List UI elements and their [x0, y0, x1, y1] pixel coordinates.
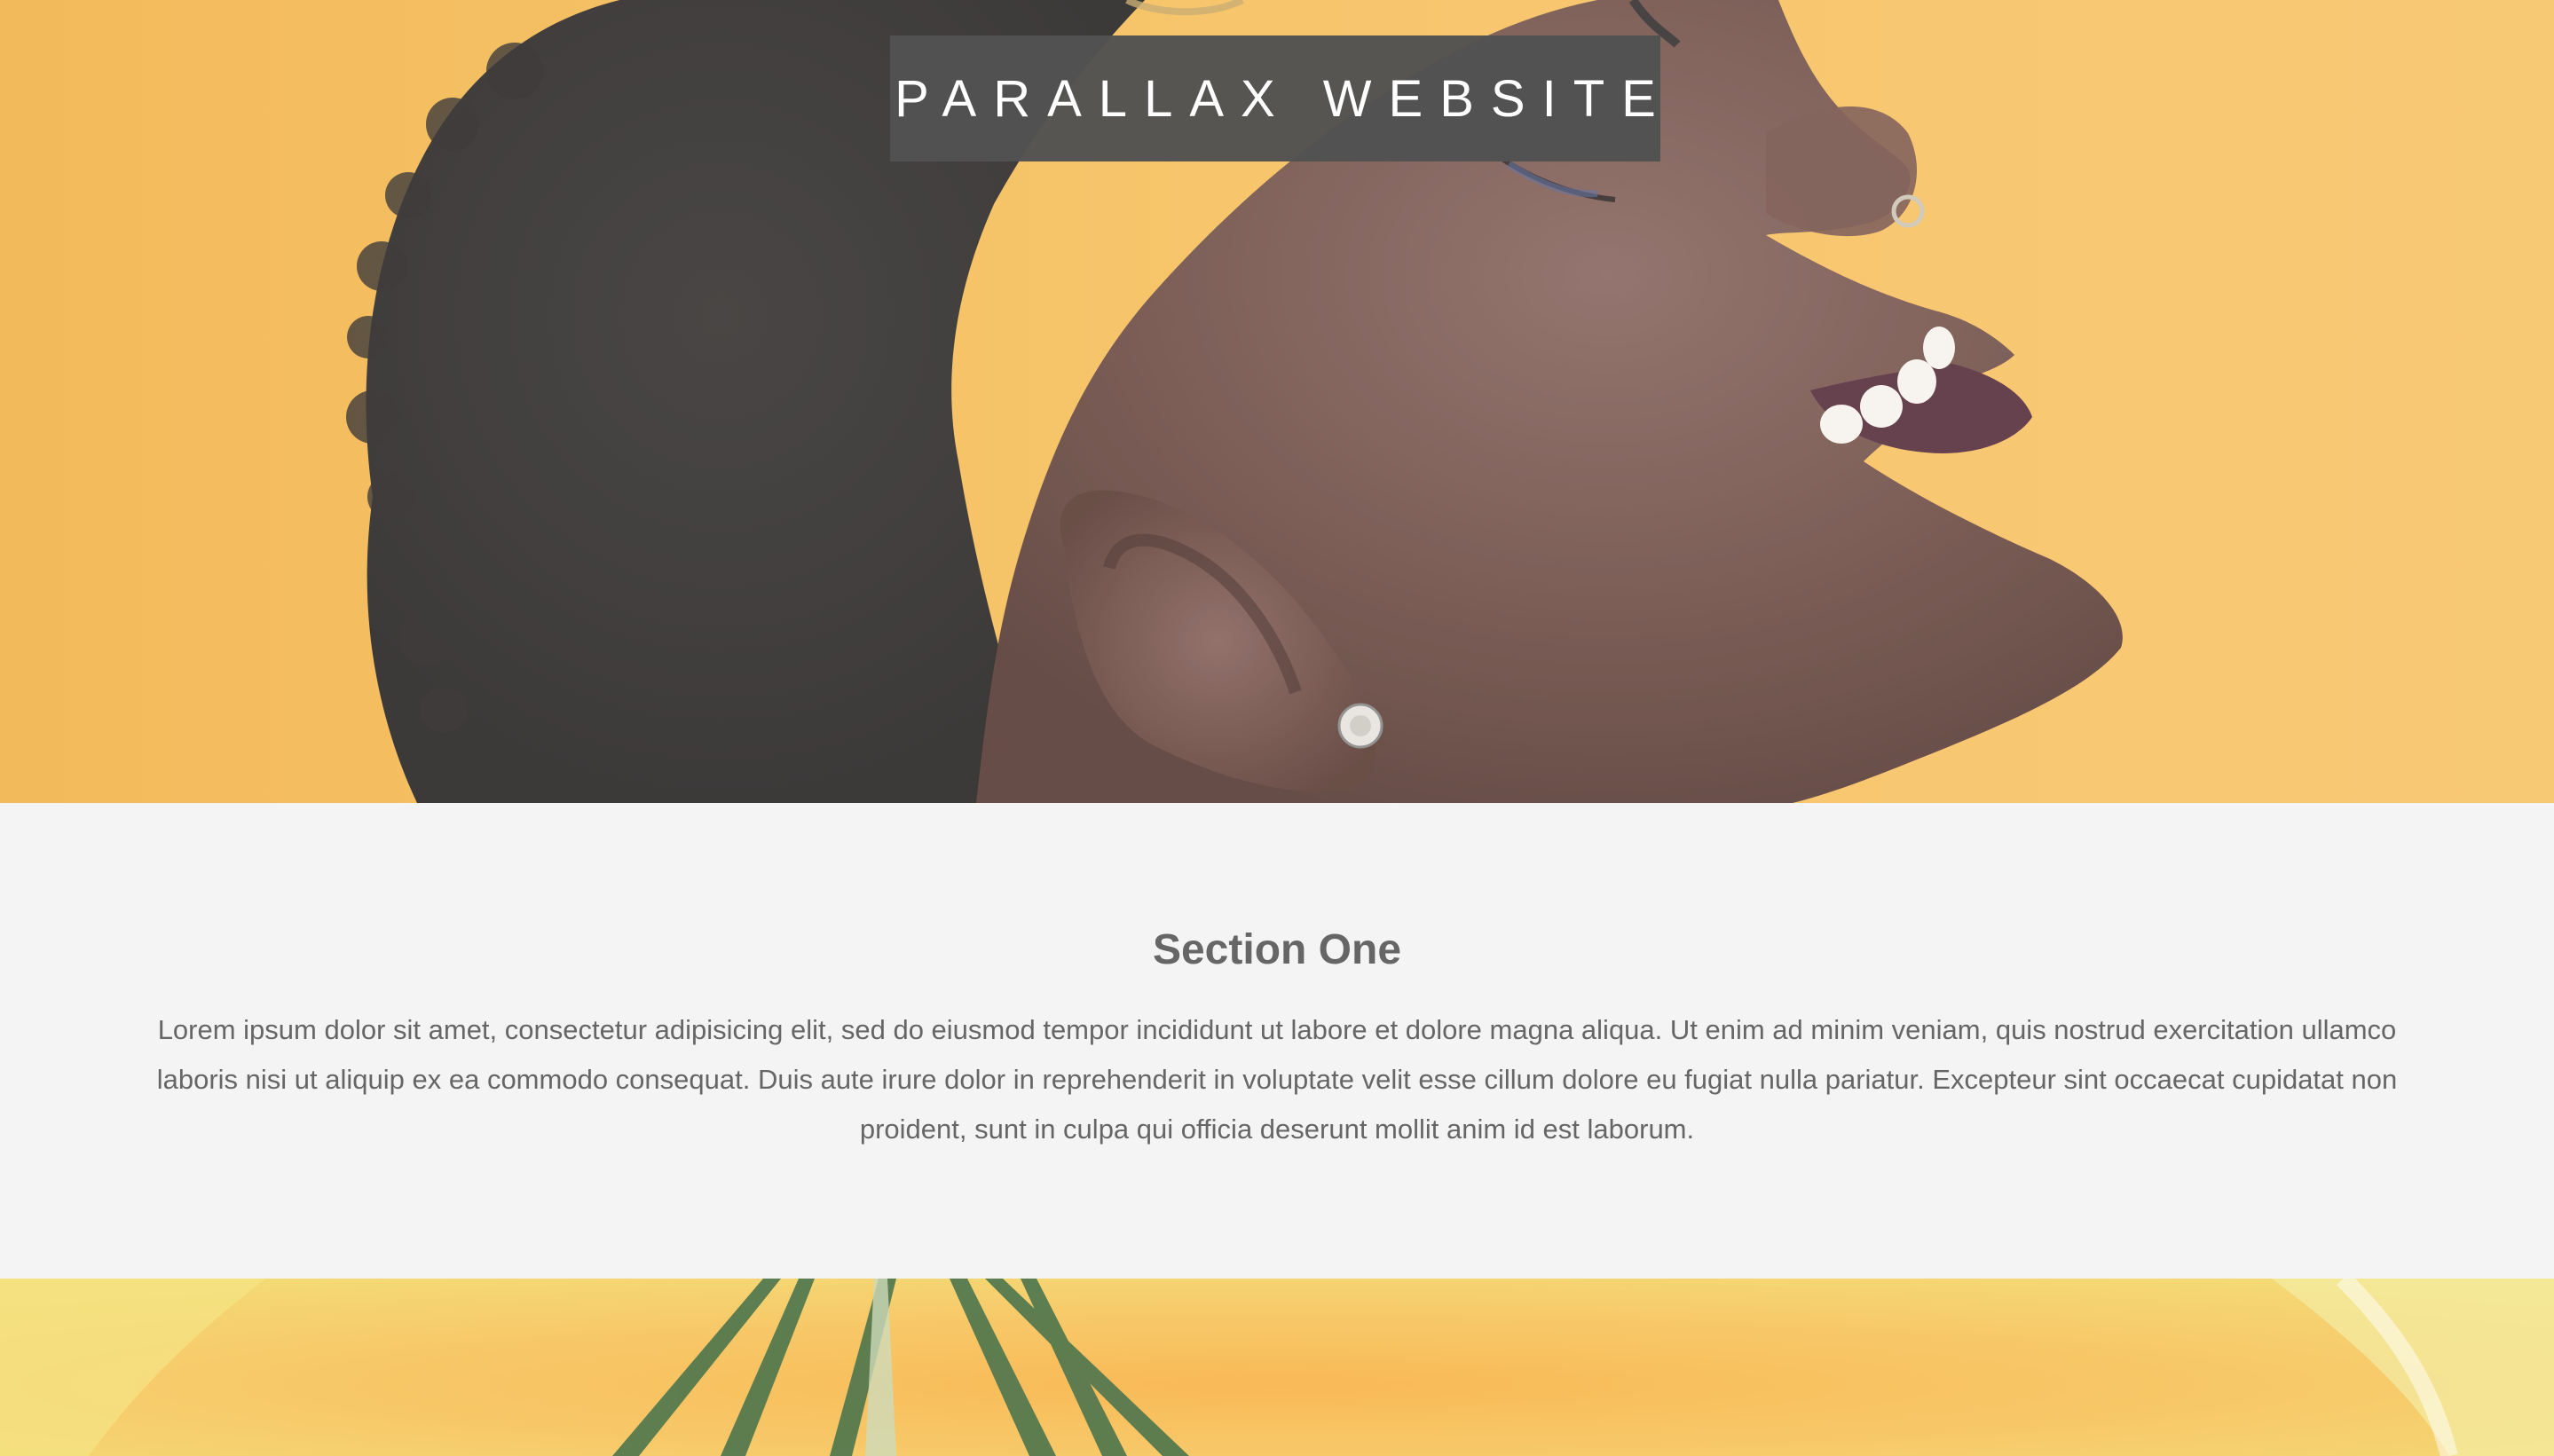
page: PARALLAX WEBSITE Section One Lorem ipsum… — [0, 0, 2554, 1456]
site-title: PARALLAX WEBSITE — [895, 69, 1673, 128]
section-one: Section One Lorem ipsum dolor sit amet, … — [0, 803, 2554, 1279]
section-one-heading: Section One — [1152, 926, 1402, 973]
hero-parallax-image: PARALLAX WEBSITE — [0, 0, 2554, 803]
section-one-body-text: Lorem ipsum dolor sit amet, consectetur … — [156, 1014, 2398, 1145]
citrus-rosemary-illustration — [0, 1279, 2554, 1456]
site-title-banner: PARALLAX WEBSITE — [890, 35, 1660, 161]
second-parallax-image — [0, 1279, 2554, 1456]
